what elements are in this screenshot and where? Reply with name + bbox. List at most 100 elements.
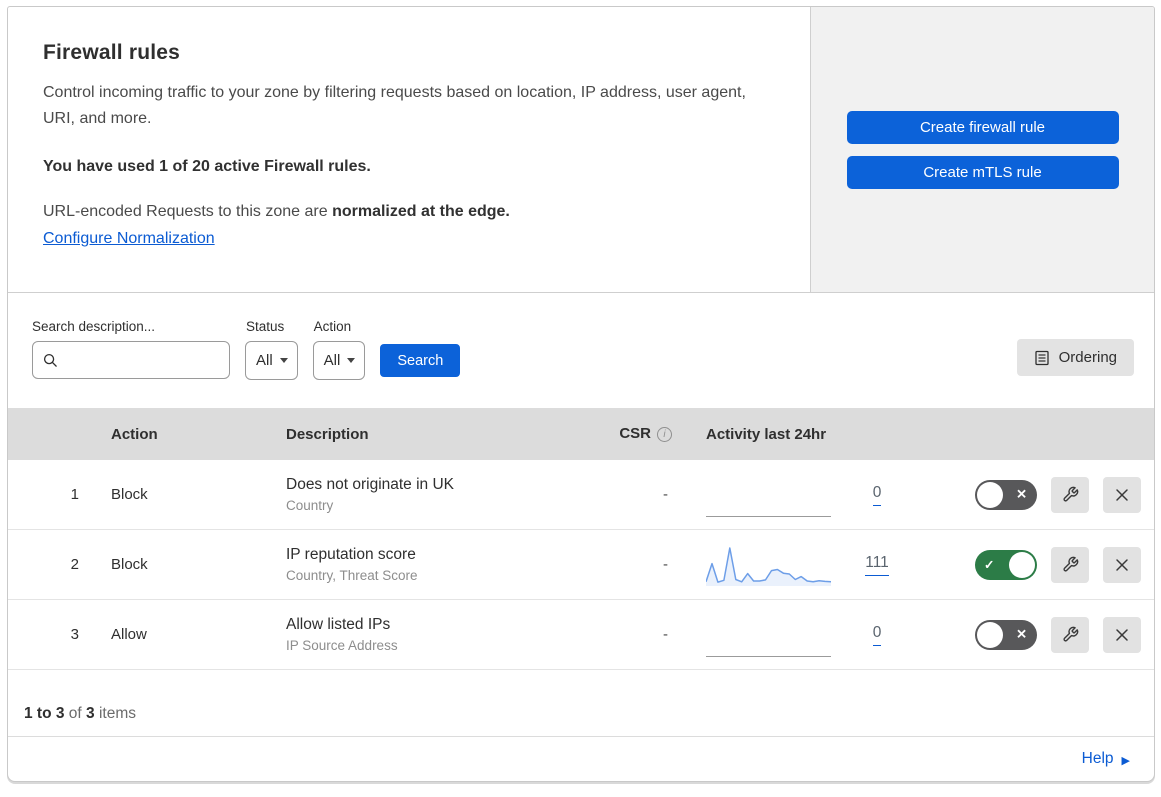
- rule-csr: -: [663, 556, 668, 573]
- normalization-note: URL-encoded Requests to this zone are no…: [43, 203, 770, 221]
- rule-description-cell: Allow listed IPs IP Source Address: [278, 616, 588, 653]
- status-dropdown-value: All: [256, 352, 273, 369]
- pagination-range: 1 to 3: [24, 705, 65, 722]
- edit-rule-button[interactable]: [1051, 546, 1089, 583]
- activity-sparkline: [706, 473, 831, 517]
- create-mtls-rule-button[interactable]: Create mTLS rule: [846, 155, 1119, 189]
- normalization-bold-text: normalized at the edge.: [332, 202, 510, 220]
- edit-rule-button[interactable]: [1051, 616, 1089, 653]
- rule-priority: 1: [70, 486, 79, 503]
- activity-count-cell: 111: [855, 554, 899, 576]
- table-row: 1 Block Does not originate in UK Country…: [8, 460, 1154, 530]
- table-header: Action Description CSR i Activity last 24…: [8, 408, 1154, 460]
- pagination-total: 3: [86, 705, 95, 722]
- delete-rule-button[interactable]: [1103, 476, 1141, 513]
- page-description: Control incoming traffic to your zone by…: [43, 84, 746, 127]
- toggle-knob: [1009, 551, 1035, 578]
- column-header-description: Description: [286, 425, 369, 443]
- edit-rule-button[interactable]: [1051, 476, 1089, 513]
- configure-normalization-link[interactable]: Configure Normalization: [43, 230, 215, 247]
- rule-description-cell: Does not originate in UK Country: [278, 476, 588, 513]
- status-label: Status: [246, 319, 285, 334]
- pagination-summary: 1 to 3 of 3 items: [24, 705, 136, 723]
- column-header-action: Action: [111, 425, 158, 443]
- action-filter-group: Action All: [312, 293, 366, 380]
- action-dropdown[interactable]: All: [312, 341, 366, 380]
- activity-count-link[interactable]: 111: [865, 554, 889, 576]
- chevron-down-icon: [279, 358, 288, 363]
- create-firewall-rule-button[interactable]: Create firewall rule: [846, 110, 1119, 144]
- chevron-down-icon: [347, 358, 356, 363]
- activity-count-link[interactable]: 0: [872, 484, 882, 506]
- rule-enabled-toggle[interactable]: ✓ ✕: [975, 549, 1037, 580]
- action-dropdown-value: All: [323, 352, 341, 369]
- wrench-icon: [1062, 556, 1079, 573]
- rule-action: Block: [111, 556, 148, 573]
- firewall-rules-panel: Firewall rules Control incoming traffic …: [7, 6, 1155, 782]
- rule-description-cell: IP reputation score Country, Threat Scor…: [278, 546, 588, 583]
- rule-controls: ✓ ✕: [923, 616, 1154, 653]
- status-filter-group: Status All: [245, 293, 298, 380]
- search-button[interactable]: Search: [380, 344, 461, 377]
- search-label: Search description...: [32, 319, 156, 334]
- rule-description: Allow listed IPs: [286, 616, 391, 633]
- status-dropdown[interactable]: All: [245, 341, 298, 380]
- check-icon: ✓: [984, 557, 995, 572]
- search-input[interactable]: [65, 352, 219, 368]
- delete-rule-button[interactable]: [1103, 616, 1141, 653]
- activity-count-cell: 0: [855, 484, 899, 506]
- rule-action: Allow: [111, 626, 147, 643]
- rule-csr: -: [663, 626, 668, 643]
- csr-label: CSR: [619, 425, 651, 442]
- page-title: Firewall rules: [43, 41, 181, 64]
- rule-priority: 2: [70, 556, 79, 573]
- wrench-icon: [1062, 486, 1079, 503]
- column-header-activity: Activity last 24hr: [706, 425, 827, 443]
- close-icon: [1113, 556, 1131, 574]
- table-row: 3 Allow Allow listed IPs IP Source Addre…: [8, 600, 1154, 670]
- action-label: Action: [313, 319, 352, 334]
- activity-count-cell: 0: [855, 624, 899, 646]
- rule-csr: -: [663, 486, 668, 503]
- rule-controls: ✓ ✕: [923, 476, 1154, 513]
- header-text-block: Firewall rules Control incoming traffic …: [8, 7, 811, 292]
- toggle-knob: [977, 621, 1003, 648]
- activity-sparkline: [706, 613, 831, 657]
- normalization-text: URL-encoded Requests to this zone are: [43, 202, 333, 220]
- help-link[interactable]: Help ▶: [1082, 750, 1130, 768]
- info-icon[interactable]: i: [657, 427, 672, 442]
- ordering-label: Ordering: [1058, 349, 1117, 366]
- ordering-icon: [1034, 350, 1050, 366]
- help-arrow-icon: ▶: [1121, 754, 1130, 767]
- rule-action: Block: [111, 486, 148, 503]
- help-bar: Help ▶: [8, 737, 1154, 781]
- rule-description: Does not originate in UK: [286, 476, 455, 493]
- rule-activity-cell: 0: [678, 613, 923, 657]
- rule-enabled-toggle[interactable]: ✓ ✕: [975, 619, 1037, 650]
- search-group: Search description...: [32, 293, 230, 379]
- pagination-items: items: [98, 705, 137, 722]
- search-icon: [43, 353, 58, 368]
- wrench-icon: [1062, 626, 1079, 643]
- rule-activity-cell: 111: [678, 543, 923, 587]
- x-icon: ✕: [1016, 486, 1027, 502]
- pagination-of: of: [68, 705, 82, 722]
- close-icon: [1113, 626, 1131, 644]
- ordering-button[interactable]: Ordering: [1016, 339, 1134, 376]
- filter-bar: Search description... Status All Action …: [8, 293, 1154, 408]
- search-box: [32, 341, 230, 379]
- rule-enabled-toggle[interactable]: ✓ ✕: [975, 479, 1037, 510]
- activity-count-link[interactable]: 0: [872, 624, 882, 646]
- rule-priority: 3: [70, 626, 79, 643]
- column-header-csr: CSR i: [588, 425, 678, 443]
- actions-panel: Create firewall rule Create mTLS rule: [811, 7, 1154, 292]
- close-icon: [1113, 486, 1131, 504]
- toggle-knob: [977, 481, 1003, 508]
- rule-activity-cell: 0: [678, 473, 923, 517]
- rule-fields: IP Source Address: [286, 638, 398, 653]
- rule-controls: ✓ ✕: [923, 546, 1154, 583]
- delete-rule-button[interactable]: [1103, 546, 1141, 583]
- rule-fields: Country: [286, 498, 334, 513]
- usage-summary: You have used 1 of 20 active Firewall ru…: [43, 157, 371, 175]
- rule-fields: Country, Threat Score: [286, 568, 418, 583]
